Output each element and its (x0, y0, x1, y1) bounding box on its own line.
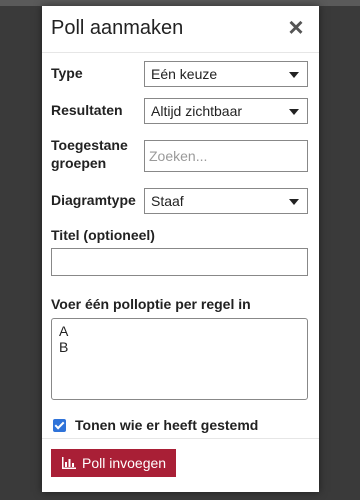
title-input[interactable] (51, 248, 308, 276)
type-select-value: Eén keuze (151, 66, 218, 82)
insert-poll-button-label: Poll invoegen (82, 455, 167, 471)
show-voters-checkbox[interactable] (53, 419, 66, 432)
close-icon[interactable]: × (285, 14, 307, 40)
bar-chart-icon (62, 457, 76, 469)
modal-title: Poll aanmaken (51, 17, 184, 39)
chevron-down-icon (289, 72, 299, 78)
options-lines: A B (52, 319, 307, 355)
option-line: A (59, 323, 69, 339)
option-line: B (59, 339, 69, 355)
chevron-down-icon (289, 199, 299, 205)
create-poll-modal: Poll aanmaken × Type Eén keuze Resultate… (42, 6, 319, 492)
chart-type-label: Diagramtype (51, 192, 136, 208)
chevron-down-icon (289, 109, 299, 115)
title-label: Titel (optioneel) (51, 227, 155, 243)
groups-label-line1: Toegestane (51, 137, 128, 153)
show-voters-label: Tonen wie er heeft gestemd (75, 417, 259, 433)
options-textarea[interactable]: A B (51, 318, 308, 400)
chart-type-select-value: Staaf (151, 193, 184, 209)
groups-label-line2: groepen (51, 155, 107, 171)
insert-poll-button[interactable]: Poll invoegen (51, 449, 176, 477)
groups-search-input[interactable]: Zoeken... (144, 140, 308, 172)
groups-search-placeholder: Zoeken... (149, 148, 208, 164)
chart-type-select[interactable]: Staaf (144, 188, 308, 214)
type-label: Type (51, 65, 83, 81)
results-label: Resultaten (51, 102, 123, 118)
results-select[interactable]: Altijd zichtbaar (144, 98, 308, 124)
options-label: Voer één polloptie per regel in (51, 296, 251, 312)
type-select[interactable]: Eén keuze (144, 61, 308, 87)
modal-header: Poll aanmaken × (42, 6, 319, 53)
results-select-value: Altijd zichtbaar (151, 103, 243, 119)
